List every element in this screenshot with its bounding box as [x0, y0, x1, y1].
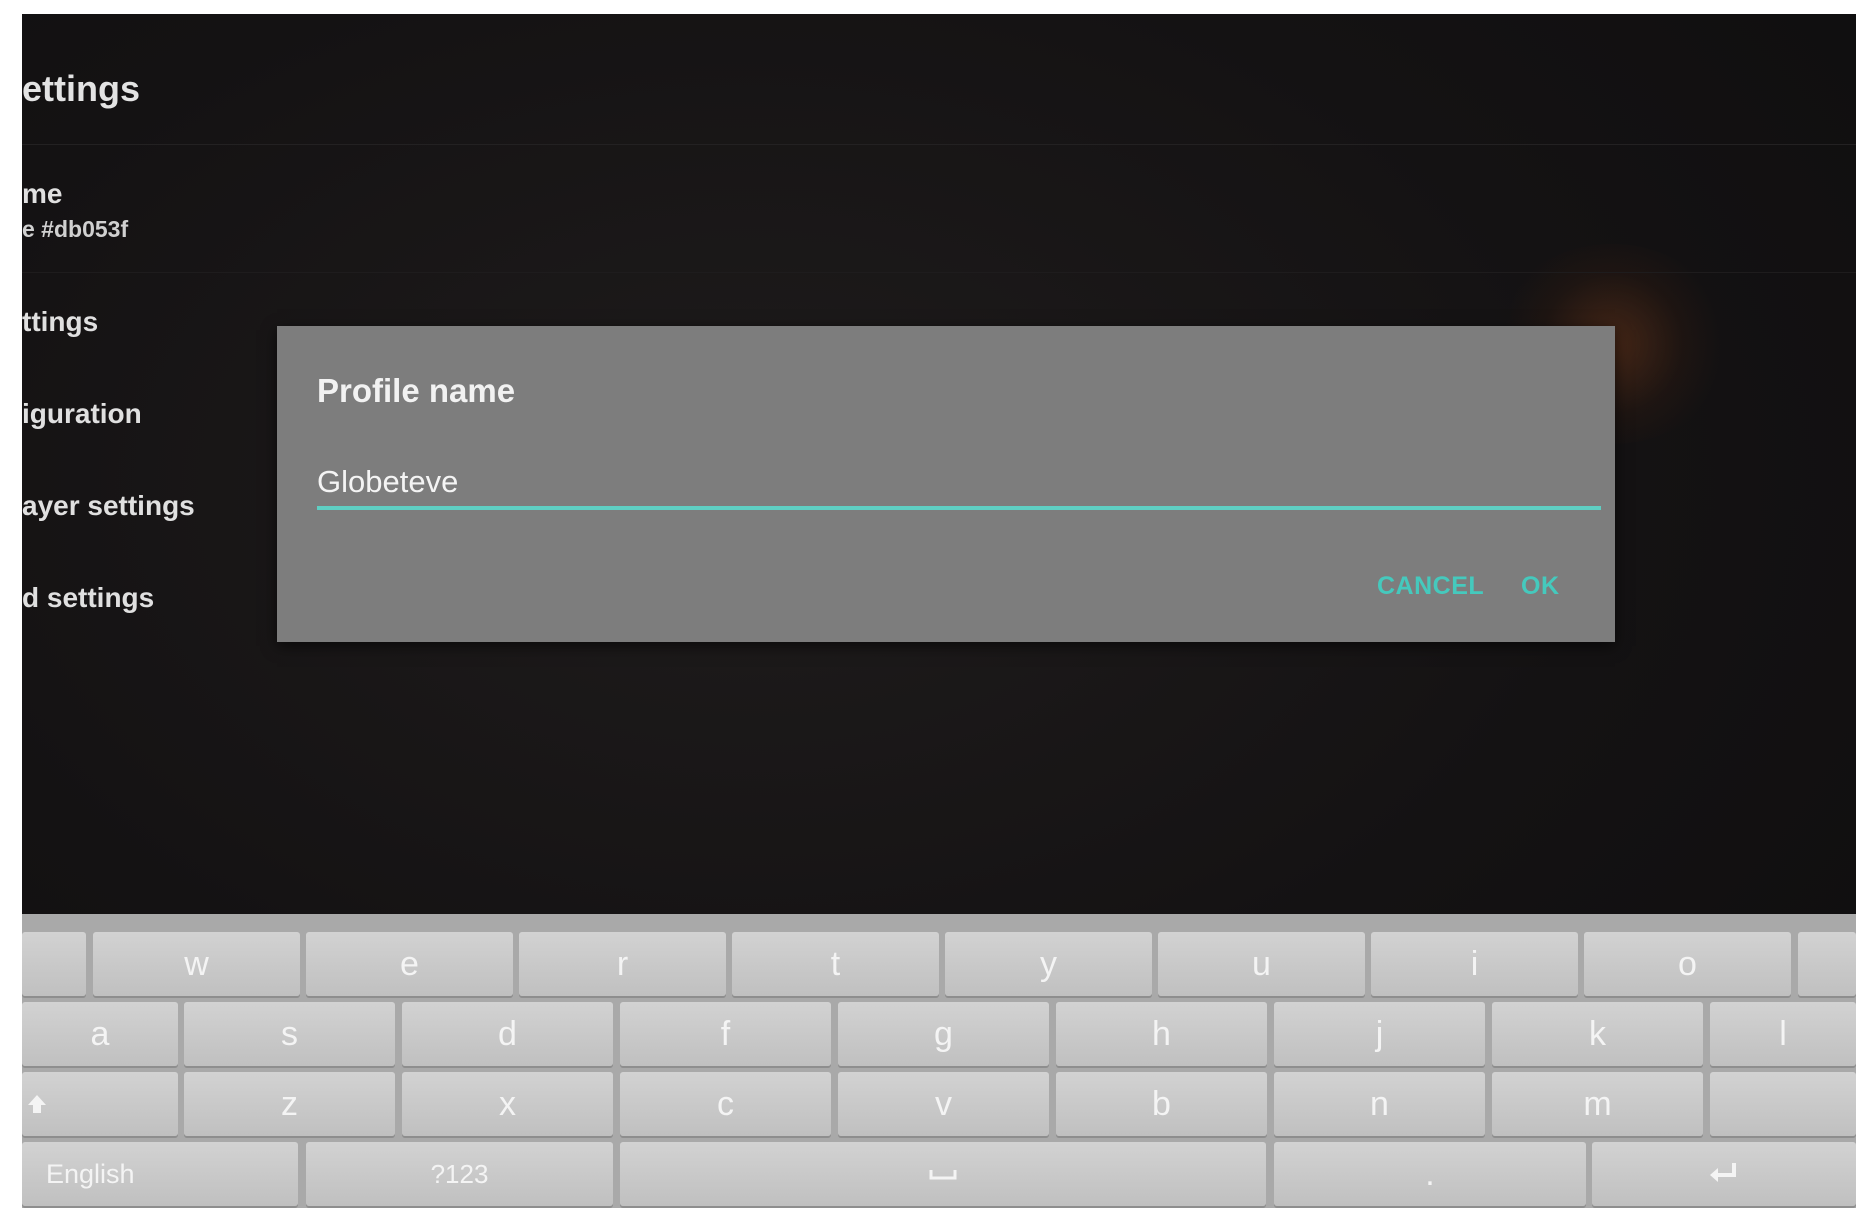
key-i[interactable]: i	[1371, 932, 1578, 996]
key-z[interactable]: z	[184, 1072, 395, 1136]
row-divider	[22, 272, 1856, 273]
settings-item-label: d settings	[22, 582, 155, 613]
settings-item-configuration[interactable]: iguration	[22, 398, 262, 430]
profile-name-dialog: Profile name CANCEL OK	[277, 326, 1615, 642]
key-space[interactable]	[620, 1142, 1266, 1206]
settings-item-advanced-settings[interactable]: d settings	[22, 582, 262, 614]
key-symbols[interactable]: ?123	[306, 1142, 613, 1206]
key-l[interactable]: l	[1710, 1002, 1856, 1066]
settings-item-settings[interactable]: ttings	[22, 306, 262, 338]
key-u[interactable]: u	[1158, 932, 1365, 996]
key-t[interactable]: t	[732, 932, 939, 996]
key-shift-right[interactable]	[1710, 1072, 1856, 1136]
shift-icon	[28, 1095, 46, 1113]
key-d[interactable]: d	[402, 1002, 613, 1066]
key-b[interactable]: b	[1056, 1072, 1267, 1136]
ok-button[interactable]: OK	[1521, 572, 1560, 601]
key-k[interactable]: k	[1492, 1002, 1703, 1066]
key-enter[interactable]	[1592, 1142, 1856, 1206]
dialog-title: Profile name	[317, 372, 516, 409]
enter-icon	[1710, 1163, 1736, 1182]
key-x[interactable]: x	[402, 1072, 613, 1136]
on-screen-keyboard: w e r t y u i o a s d f g h j k l z x c …	[22, 914, 1856, 1208]
page-title: ettings	[22, 68, 141, 109]
settings-item-label: ttings	[22, 306, 99, 337]
key-q[interactable]	[22, 932, 86, 996]
key-r[interactable]: r	[519, 932, 726, 996]
key-c[interactable]: c	[620, 1072, 831, 1136]
profile-name-input[interactable]	[317, 458, 1601, 510]
settings-item-label: ayer settings	[22, 490, 195, 521]
settings-item-label: iguration	[22, 398, 142, 429]
key-n[interactable]: n	[1274, 1072, 1485, 1136]
key-m[interactable]: m	[1492, 1072, 1703, 1136]
key-h[interactable]: h	[1056, 1002, 1267, 1066]
key-w[interactable]: w	[93, 932, 300, 996]
key-f[interactable]: f	[620, 1002, 831, 1066]
tv-screen: ettings me e #db053f ttings iguration ay…	[22, 14, 1856, 1208]
settings-item-player-settings[interactable]: ayer settings	[22, 490, 262, 522]
key-o[interactable]: o	[1584, 932, 1791, 996]
settings-item-sublabel: e #db053f	[22, 216, 129, 242]
key-p[interactable]	[1798, 932, 1856, 996]
key-v[interactable]: v	[838, 1072, 1049, 1136]
key-a[interactable]: a	[22, 1002, 178, 1066]
title-divider	[22, 144, 1856, 145]
key-s[interactable]: s	[184, 1002, 395, 1066]
key-language[interactable]: English	[22, 1142, 298, 1206]
key-j[interactable]: j	[1274, 1002, 1485, 1066]
key-shift[interactable]	[22, 1072, 178, 1136]
settings-item-label: me	[22, 178, 63, 209]
space-bar-icon	[929, 1170, 957, 1180]
settings-item-name[interactable]: me e #db053f	[22, 178, 262, 243]
key-period[interactable]: .	[1274, 1142, 1586, 1206]
key-e[interactable]: e	[306, 932, 513, 996]
key-g[interactable]: g	[838, 1002, 1049, 1066]
key-y[interactable]: y	[945, 932, 1152, 996]
cancel-button[interactable]: CANCEL	[1377, 572, 1484, 601]
